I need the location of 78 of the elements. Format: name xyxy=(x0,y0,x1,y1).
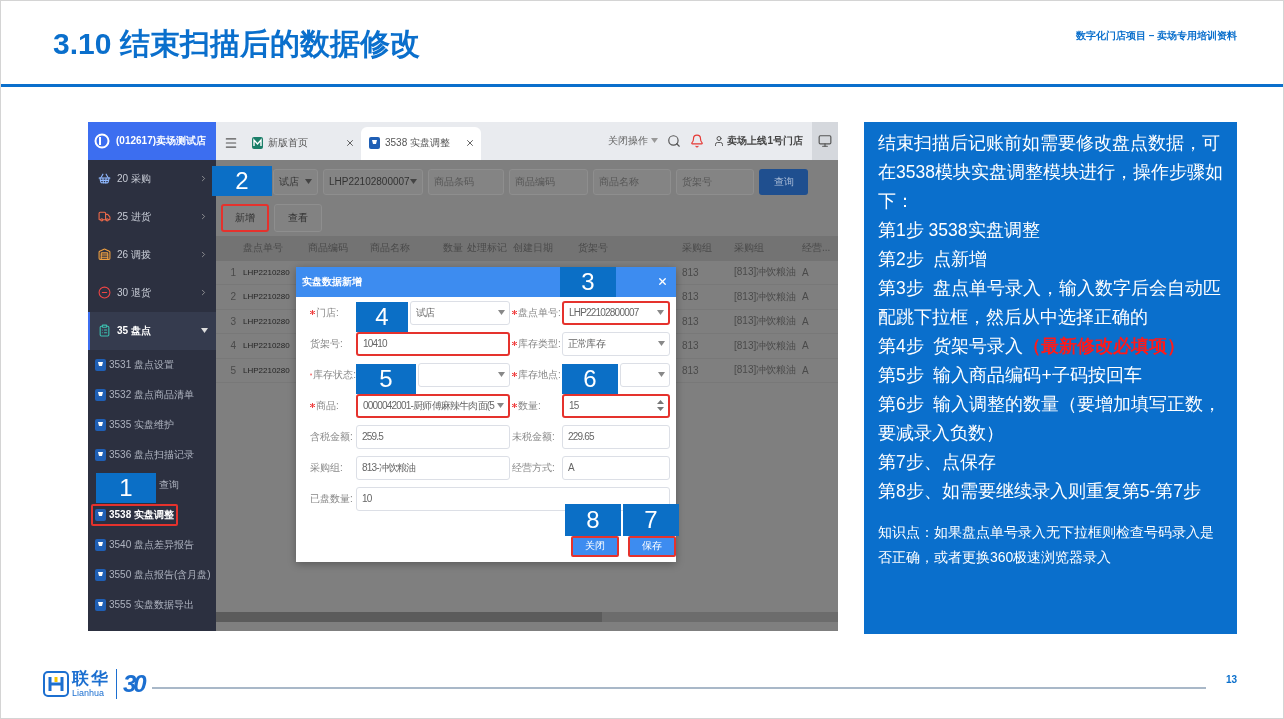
select-field[interactable]: 正常库存 xyxy=(562,331,670,356)
anniversary-mark: 30 xyxy=(123,669,144,698)
action-button[interactable]: 查看 xyxy=(274,203,322,232)
tab[interactable]: 3538 实盘调整 xyxy=(361,126,481,160)
input-field[interactable]: A xyxy=(562,455,670,480)
operations-menu[interactable]: 关闭操作 xyxy=(608,133,659,148)
step-number: 3 xyxy=(560,266,616,297)
field-label: 盘点单号: xyxy=(518,305,561,320)
field-label: 门店: xyxy=(316,305,339,320)
slide-title: 3.10 结束扫描后的数据修改 xyxy=(53,26,420,62)
select-field[interactable]: LHP22102800007 xyxy=(562,300,670,325)
knowledge-text: 知识点：如果盘点单号录入无下拉框则检查号码录入是否正确，或者更换360极速浏览器录入 xyxy=(878,522,1215,567)
page-number: 13 xyxy=(1225,674,1237,686)
step-text: 第5步 输入商品编码+子码按回车 xyxy=(878,363,1143,387)
step-text: 第4步 货架号录入（最新修改必填项） xyxy=(878,334,1187,358)
menu-group[interactable]: 35 盘点 xyxy=(88,311,216,350)
table-cell-text: LHP2210280 xyxy=(242,267,291,277)
store-name: (012617)卖场测试店 xyxy=(116,133,207,148)
table-cell-text: LHP2210280 xyxy=(242,292,291,302)
select-field[interactable]: 0000042001-厨师傅麻辣牛肉面(5 xyxy=(356,393,510,418)
step-text: 第6步 输入调整的数量（要增加填写正数，要减录入负数） xyxy=(878,392,1223,445)
intro-text: 结束扫描后记账前如需要修改盘点数据，可在3538模块实盘调整模块进行，操作步骤如下： xyxy=(878,131,1223,213)
logo-latin: Lianhua xyxy=(72,688,106,698)
step-number: 4 xyxy=(356,301,408,332)
tab[interactable]: 新版首页 xyxy=(244,126,361,160)
menu-group[interactable]: 25 进货 xyxy=(88,197,216,236)
menu-group[interactable]: 26 调拨 xyxy=(88,235,216,274)
table-cell-text: LHP2210280 xyxy=(242,316,291,326)
field-label: 已盘数量: xyxy=(310,491,353,506)
table-cell-text: LHP2210280 xyxy=(242,365,291,375)
menu-item[interactable]: 3555 实盘数据导出 xyxy=(91,593,199,616)
input-field[interactable]: 10410 xyxy=(356,331,510,356)
field-label: 含税金额: xyxy=(310,429,353,444)
table-cell-text: LHP2210280 xyxy=(242,341,291,351)
field-label: 未税金额: xyxy=(512,429,555,444)
step-number: 1 xyxy=(96,472,156,503)
menu-item[interactable]: 查询 xyxy=(155,473,183,496)
step-text: 第1步 3538实盘调整 xyxy=(878,218,1041,242)
logo-name: 联华 xyxy=(72,669,110,687)
menu-item[interactable]: 3536 盘点扫描记录 xyxy=(91,443,199,466)
step-number: 5 xyxy=(356,363,416,394)
step-text: 第2步 点新增 xyxy=(878,247,989,271)
step-number: 6 xyxy=(562,363,618,394)
dialog-title: 实盘数据新增 xyxy=(302,274,362,289)
menu-item[interactable]: 3550 盘点报告(含月盘) xyxy=(91,563,215,586)
search-button[interactable]: 查询 xyxy=(759,168,808,195)
field-label: 采购组: xyxy=(310,460,343,475)
input-field[interactable]: 813-冲饮粮油 xyxy=(356,455,510,480)
filter-select[interactable]: 试店 xyxy=(273,168,318,195)
step-number: 2 xyxy=(212,165,272,196)
field-label: 数量: xyxy=(518,398,541,413)
step-number: 7 xyxy=(623,503,679,536)
step-number: 8 xyxy=(565,503,621,536)
step-text: 第8步、如需要继续录入则重复第5-第7步 xyxy=(878,479,1203,503)
filter-select[interactable]: LHP22102800007 xyxy=(323,168,423,195)
step-text: 第7步、点保存 xyxy=(878,450,997,474)
field-label: 商品: xyxy=(316,398,339,413)
field-label: 经营方式: xyxy=(512,460,555,475)
menu-item[interactable]: 3532 盘点商品清单 xyxy=(91,383,199,406)
dialog-button[interactable]: 保存 xyxy=(628,535,676,557)
slide-subtitle: 数字化门店项目 – 卖场专用培训资料 xyxy=(1075,29,1237,43)
action-button[interactable]: 新增 xyxy=(221,203,269,232)
user-menu[interactable]: 卖场上线1号门店 xyxy=(713,133,803,148)
menu-item[interactable]: 3538 实盘调整 xyxy=(91,503,179,526)
field-label: 库存地点: xyxy=(518,367,561,382)
input-field[interactable]: 259.5 xyxy=(356,424,510,449)
menu-item[interactable]: 3540 盘点差异报告 xyxy=(91,533,199,556)
dialog-button[interactable]: 关闭 xyxy=(571,535,619,557)
menu-group[interactable]: 30 退货 xyxy=(88,273,216,312)
menu-item[interactable]: 3531 盘点设置 xyxy=(91,353,179,376)
field-label: 库存状态: xyxy=(313,367,356,382)
number-field[interactable]: 15 xyxy=(562,393,670,418)
menu-item[interactable]: 3535 实盘维护 xyxy=(91,413,179,436)
field-label: 库存类型: xyxy=(518,336,561,351)
select-field[interactable]: 试店 xyxy=(410,300,510,325)
input-field[interactable]: 229.65 xyxy=(562,424,670,449)
field-label: 货架号: xyxy=(310,336,343,351)
step-text: 第3步 盘点单号录入，输入数字后会自动匹配跳下拉框，然后从中选择正确的 xyxy=(878,276,1223,329)
